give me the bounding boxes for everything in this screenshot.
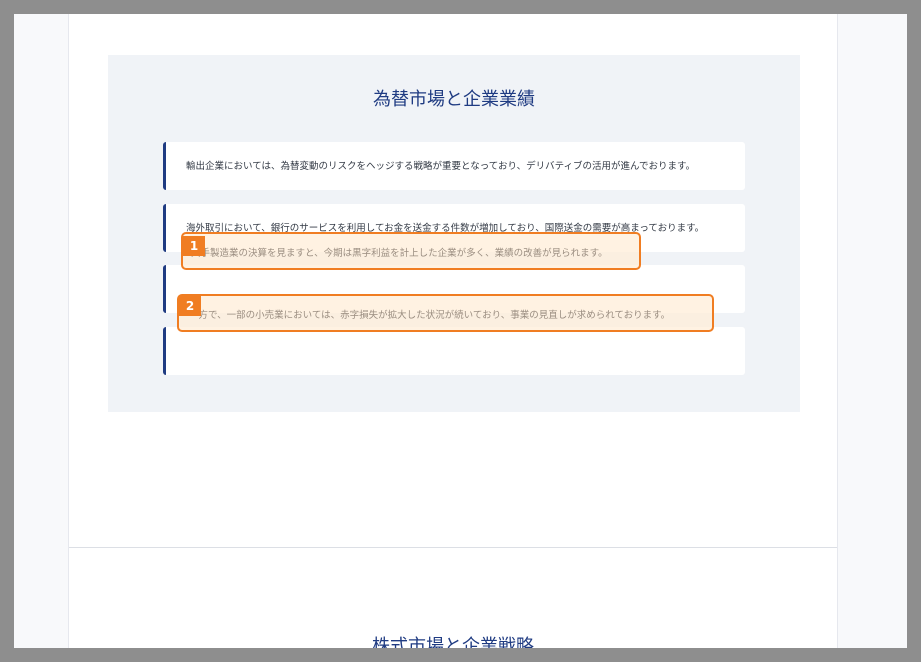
highlight-box-2[interactable]: 一方で、一部の小売業においては、赤字損失が拡大した状況が続いており、事業の見直し… [177, 294, 714, 332]
document-page: 為替市場と企業業績 輸出企業においては、為替変動のリスクをヘッジする戦略が重要と… [68, 14, 838, 648]
section-title: 株式市場と企業戦略 [372, 636, 534, 648]
content-card [163, 327, 745, 375]
highlight-badge: 1 [183, 236, 205, 256]
card-text: 輸出企業においては、為替変動のリスクをヘッジする戦略が重要となっており、デリバテ… [186, 161, 696, 172]
document-viewport[interactable]: 為替市場と企業業績 輸出企業においては、為替変動のリスクをヘッジする戦略が重要と… [14, 14, 907, 648]
section-divider [69, 547, 837, 548]
highlight-badge: 2 [179, 296, 201, 316]
highlight-box-1[interactable]: 大手製造業の決算を見ますと、今期は黒字利益を計上した企業が多く、業績の改善が見ら… [181, 232, 641, 270]
highlight-text: 一方で、一部の小売業においては、赤字損失が拡大した状況が続いており、事業の見直し… [189, 310, 671, 321]
content-card: 輸出企業においては、為替変動のリスクをヘッジする戦略が重要となっており、デリバテ… [163, 142, 745, 190]
highlight-text: 大手製造業の決算を見ますと、今期は黒字利益を計上した企業が多く、業績の改善が見ら… [191, 248, 608, 259]
section-title: 為替市場と企業業績 [373, 89, 535, 110]
